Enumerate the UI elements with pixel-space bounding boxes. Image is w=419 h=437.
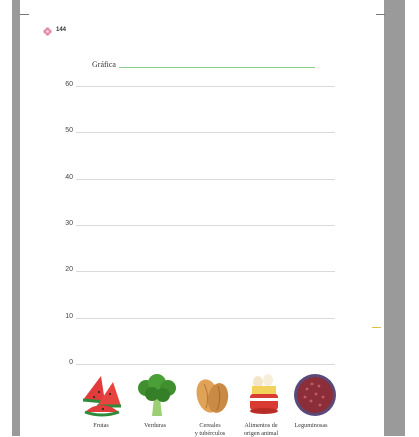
y-tick-label: 10 [65,313,73,320]
y-tick-label: 60 [65,81,73,88]
y-tick-label: 30 [65,220,73,227]
gridline-baseline [76,364,335,365]
gridline [76,225,335,226]
left-page-edge [12,0,20,436]
y-tick-label: 0 [69,359,73,366]
page-number: 144 [56,27,67,33]
y-tick-label: 40 [65,174,73,181]
bread-icon [196,379,229,413]
title-write-line [119,67,315,68]
gridline [76,86,335,87]
right-gutter [405,0,419,436]
gridline [76,318,335,319]
broccoli-icon [138,374,176,416]
chart-title: Gráfica [92,60,116,69]
gridline [76,132,335,133]
crop-mark-top-left [20,14,29,15]
gridline [76,271,335,272]
egg-cheese-icon [250,374,278,414]
crop-mark-top-right [376,14,385,15]
page-flower-icon [43,27,52,36]
left-gutter [0,0,12,436]
watermelon-icon [82,376,121,417]
category-label: Leguminosas [294,422,328,429]
y-tick-label: 50 [65,127,73,134]
gridline [76,179,335,180]
beans-icon [294,374,336,416]
margin-mark [372,327,381,328]
y-tick-label: 20 [65,266,73,273]
